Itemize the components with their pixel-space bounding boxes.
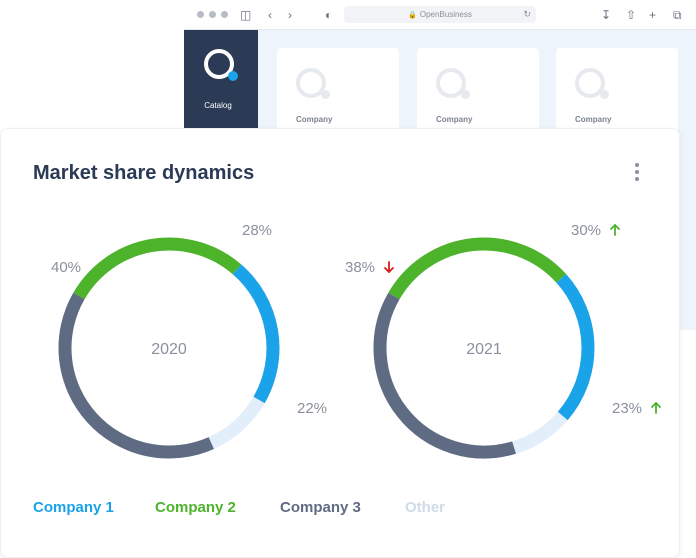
trend-down-icon bbox=[384, 261, 394, 273]
donut-center-year: 2021 bbox=[466, 341, 502, 358]
back-icon[interactable]: ‹ bbox=[268, 7, 272, 23]
sidebar-toggle-icon[interactable]: ◫ bbox=[240, 7, 251, 23]
trend-up-icon bbox=[651, 402, 661, 414]
sidebar-item-catalog[interactable]: Catalog bbox=[184, 101, 252, 110]
company-card-label: Company bbox=[436, 115, 473, 124]
donut-slice-company-2[interactable] bbox=[73, 237, 242, 300]
logo-dot-icon bbox=[228, 71, 238, 81]
donut-slice-company-2[interactable] bbox=[388, 237, 567, 300]
lock-icon: 🔒 bbox=[408, 12, 417, 19]
legend-company-2[interactable]: Company 2 bbox=[155, 499, 236, 516]
forward-icon[interactable]: › bbox=[288, 7, 292, 23]
window-dot-icon[interactable] bbox=[197, 11, 204, 18]
legend-company-3[interactable]: Company 3 bbox=[280, 499, 361, 516]
share-icon[interactable]: ⇧ bbox=[626, 7, 636, 23]
address-bar[interactable]: 🔒 OpenBusiness ↻ bbox=[344, 6, 536, 23]
donut-slice-company-3[interactable] bbox=[373, 292, 516, 459]
slice-value-label: 23% bbox=[612, 400, 642, 417]
market-share-panel: Market share dynamics 28% 22% 40% 2020 30% 23… bbox=[0, 128, 680, 558]
company-logo-dot-icon bbox=[600, 90, 609, 99]
donut-slice-company-1[interactable] bbox=[556, 274, 595, 421]
reload-icon[interactable]: ↻ bbox=[523, 6, 531, 23]
donut-slice-other[interactable] bbox=[511, 411, 568, 454]
slice-value-label: 30% bbox=[571, 222, 601, 239]
tabs-overview-icon[interactable]: ⧉ bbox=[673, 7, 682, 23]
legend-company-1[interactable]: Company 1 bbox=[33, 499, 114, 516]
donut-slice-company-1[interactable] bbox=[232, 264, 280, 404]
address-text: OpenBusiness bbox=[419, 10, 472, 19]
slice-value-label: 40% bbox=[51, 259, 81, 276]
donut-center-year: 2020 bbox=[151, 341, 187, 358]
slice-value-label: 22% bbox=[297, 400, 327, 417]
slice-value-label: 28% bbox=[242, 222, 272, 239]
download-icon[interactable]: ↧ bbox=[601, 7, 611, 23]
browser-toolbar: ◫ ‹ › ◐ 🔒 OpenBusiness ↻ ↧ ⇧ + ⧉ bbox=[184, 0, 696, 30]
donut-slice-company-3[interactable] bbox=[58, 292, 214, 459]
shield-icon[interactable]: ◐ bbox=[325, 7, 332, 23]
new-tab-icon[interactable]: + bbox=[649, 7, 656, 23]
legend-other[interactable]: Other bbox=[405, 499, 445, 516]
donut-slice-other[interactable] bbox=[208, 396, 265, 449]
window-dot-icon[interactable] bbox=[209, 11, 216, 18]
company-logo-dot-icon bbox=[461, 90, 470, 99]
trend-up-icon bbox=[610, 224, 620, 236]
company-logo-dot-icon bbox=[321, 90, 330, 99]
window-dot-icon[interactable] bbox=[221, 11, 228, 18]
company-card-label: Company bbox=[575, 115, 612, 124]
donut-charts: 28% 22% 40% 2020 30% 23% 38% 2021 bbox=[51, 222, 661, 459]
company-card-label: Company bbox=[296, 115, 333, 124]
slice-value-label: 38% bbox=[345, 259, 375, 276]
